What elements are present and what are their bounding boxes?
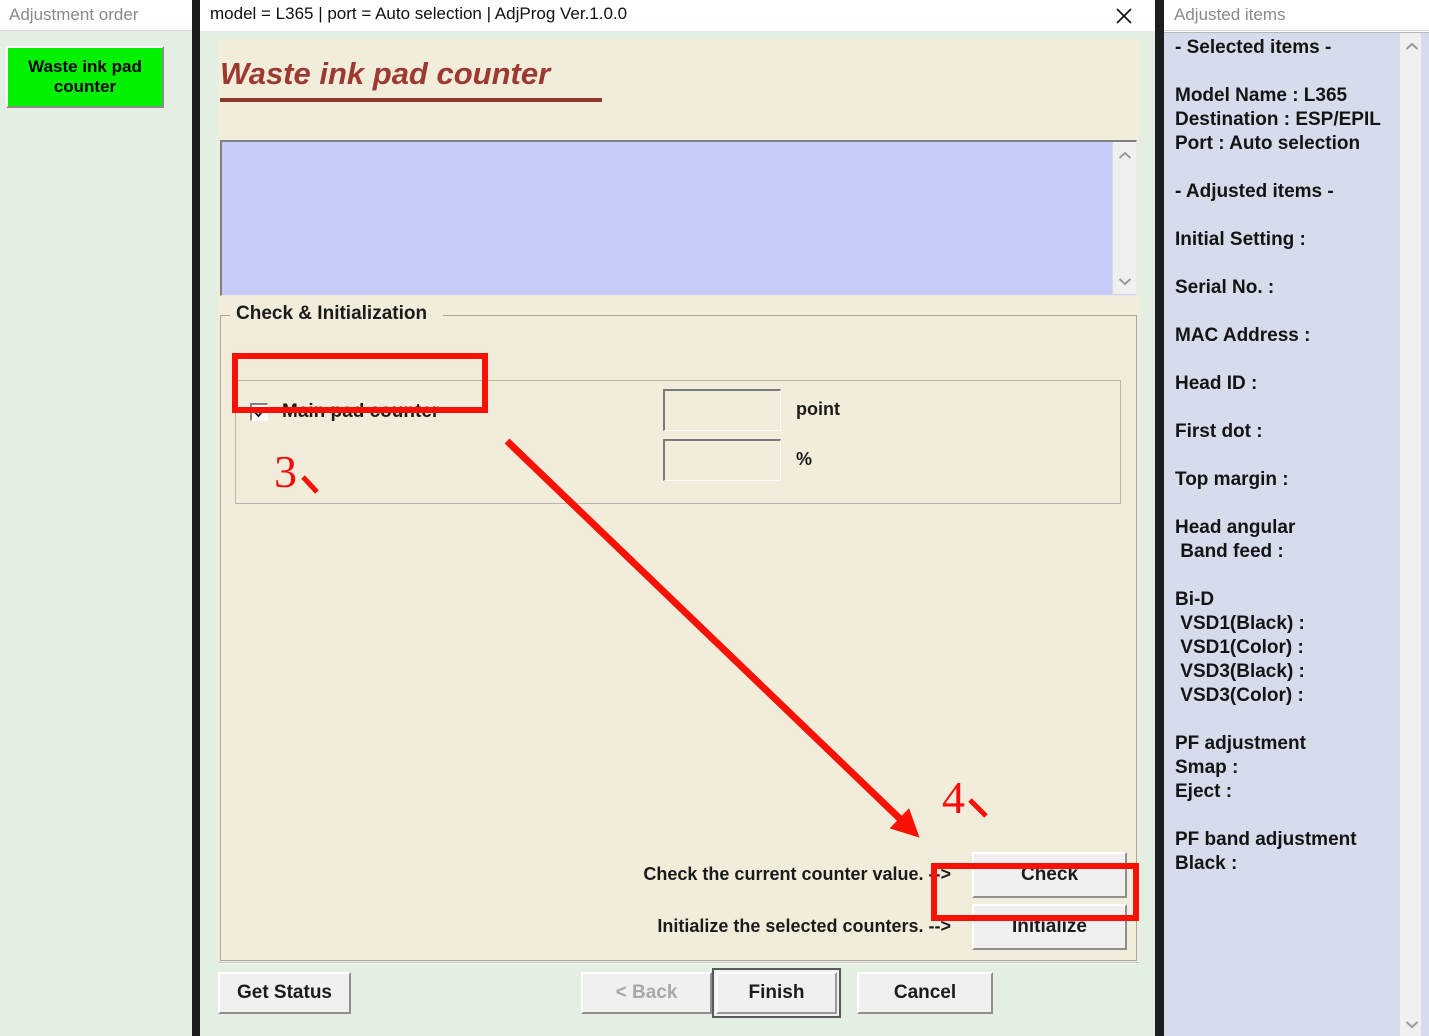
- title-bar[interactable]: model = L365 | port = Auto selection | A…: [200, 0, 1155, 31]
- log-output-box[interactable]: [220, 140, 1137, 296]
- adjusted-item-line: Top margin :: [1175, 469, 1289, 490]
- adjusted-item-line: Bi-D: [1175, 589, 1215, 610]
- adjusted-item-line: Smap :: [1175, 757, 1239, 778]
- check-initialization-group: Main pad counter point % Check the curre…: [220, 315, 1137, 961]
- get-status-button[interactable]: Get Status: [218, 972, 351, 1014]
- point-unit-label: point: [796, 399, 840, 419]
- adjusted-item-line: Eject :: [1175, 781, 1233, 802]
- main-pad-counter-label: Main pad counter: [282, 401, 440, 422]
- page-title: Waste ink pad counter: [220, 56, 551, 91]
- adjusted-items-header: Adjusted items: [1164, 0, 1429, 31]
- point-value-input[interactable]: [663, 389, 781, 431]
- adjusted-item-spacer: [1175, 446, 1403, 470]
- adjustment-order-panel: Adjustment order Waste ink pad counter: [0, 0, 192, 1036]
- adjusted-item-line: - Adjusted items -: [1175, 181, 1334, 202]
- main-pad-counter-checkbox-row[interactable]: Main pad counter: [250, 401, 439, 423]
- adjusted-item-spacer: [1175, 62, 1403, 86]
- check-description: Check the current counter value. -->: [643, 864, 951, 884]
- adjusted-items-scrollbar[interactable]: [1400, 33, 1421, 1036]
- adjusted-item-line: Model Name : L365: [1175, 85, 1348, 106]
- finish-button[interactable]: Finish: [712, 968, 841, 1018]
- adjusted-item-line: VSD3(Color) :: [1175, 685, 1304, 706]
- adjusted-item-line: Black :: [1175, 853, 1238, 874]
- app-root: Adjustment order Waste ink pad counter m…: [0, 0, 1429, 1036]
- main-window: model = L365 | port = Auto selection | A…: [200, 0, 1155, 1036]
- adjusted-item-spacer: [1175, 398, 1403, 422]
- window-border-right: [1155, 0, 1164, 1036]
- cancel-label: Cancel: [893, 982, 957, 1003]
- window-title: model = L365 | port = Auto selection | A…: [210, 4, 628, 23]
- adjusted-item-line: PF adjustment: [1175, 733, 1306, 754]
- adjusted-item-line: VSD3(Black) :: [1175, 661, 1305, 682]
- adjusted-item-spacer: [1175, 350, 1403, 374]
- adjustment-order-title: Adjustment order: [9, 5, 139, 24]
- percent-unit-label: %: [796, 449, 813, 469]
- adjusted-item-line: Band feed :: [1175, 541, 1284, 562]
- order-item-label: Waste ink pad counter: [28, 56, 142, 96]
- adjusted-item-line: VSD1(Color) :: [1175, 637, 1304, 658]
- adjusted-item-spacer: [1175, 710, 1403, 734]
- initialize-button[interactable]: Initialize: [972, 904, 1127, 950]
- adjusted-item-line: Destination : ESP/EPIL: [1175, 109, 1381, 130]
- adjusted-item-spacer: [1175, 302, 1403, 326]
- back-button: < Back: [581, 972, 712, 1014]
- adjusted-item-line: Port : Auto selection: [1175, 133, 1361, 154]
- check-button[interactable]: Check: [972, 852, 1127, 898]
- adjusted-item-spacer: [1175, 806, 1403, 830]
- adjusted-item-line: PF band adjustment: [1175, 829, 1357, 850]
- adjustment-order-header: Adjustment order: [0, 0, 192, 31]
- page-title-underline: [220, 98, 602, 102]
- chevron-up-icon[interactable]: [1113, 144, 1137, 166]
- adjusted-items-title: Adjusted items: [1174, 5, 1286, 24]
- initialize-button-label: Initialize: [1012, 916, 1087, 937]
- adjusted-item-line: First dot :: [1175, 421, 1263, 442]
- content-sheet: Waste ink pad counter Check & Initializa…: [218, 39, 1139, 964]
- cancel-button[interactable]: Cancel: [857, 972, 993, 1014]
- back-label: < Back: [615, 982, 678, 1003]
- chevron-down-icon[interactable]: [1113, 270, 1137, 292]
- get-status-label: Get Status: [236, 982, 333, 1003]
- checkmark-icon[interactable]: [250, 403, 268, 421]
- adjusted-item-spacer: [1175, 494, 1403, 518]
- finish-label: Finish: [748, 982, 805, 1003]
- chevron-down-icon[interactable]: [1400, 1013, 1424, 1035]
- adjustment-order-list: Waste ink pad counter: [0, 31, 192, 1036]
- footer-divider: [218, 962, 1139, 964]
- adjusted-items-lines: - Selected items - Model Name : L365 Dest…: [1175, 38, 1403, 878]
- adjusted-items-panel: Adjusted items - Selected items - Model …: [1164, 0, 1429, 1036]
- log-scrollbar[interactable]: [1112, 142, 1136, 294]
- adjusted-item-line: Serial No. :: [1175, 277, 1275, 298]
- adjusted-items-list: - Selected items - Model Name : L365 Dest…: [1164, 32, 1429, 1036]
- chevron-up-icon[interactable]: [1400, 35, 1424, 57]
- adjusted-item-spacer: [1175, 206, 1403, 230]
- percent-value-input[interactable]: [663, 439, 781, 481]
- window-border-left: [192, 0, 200, 1036]
- initialize-description: Initialize the selected counters. -->: [657, 916, 951, 936]
- check-button-label: Check: [1020, 864, 1079, 885]
- adjusted-item-line: Head angular: [1175, 517, 1296, 538]
- adjusted-item-line: VSD1(Black) :: [1175, 613, 1305, 634]
- adjusted-item-spacer: [1175, 254, 1403, 278]
- adjusted-item-line: - Selected items -: [1175, 37, 1332, 58]
- adjusted-item-line: Initial Setting :: [1175, 229, 1306, 250]
- adjusted-item-line: MAC Address :: [1175, 325, 1311, 346]
- adjusted-item-line: Head ID :: [1175, 373, 1258, 394]
- close-icon[interactable]: [1111, 3, 1137, 29]
- adjusted-item-spacer: [1175, 158, 1403, 182]
- order-item-waste-ink-pad-counter[interactable]: Waste ink pad counter: [6, 46, 164, 108]
- adjusted-item-spacer: [1175, 566, 1403, 590]
- counters-panel: Main pad counter point %: [235, 380, 1121, 504]
